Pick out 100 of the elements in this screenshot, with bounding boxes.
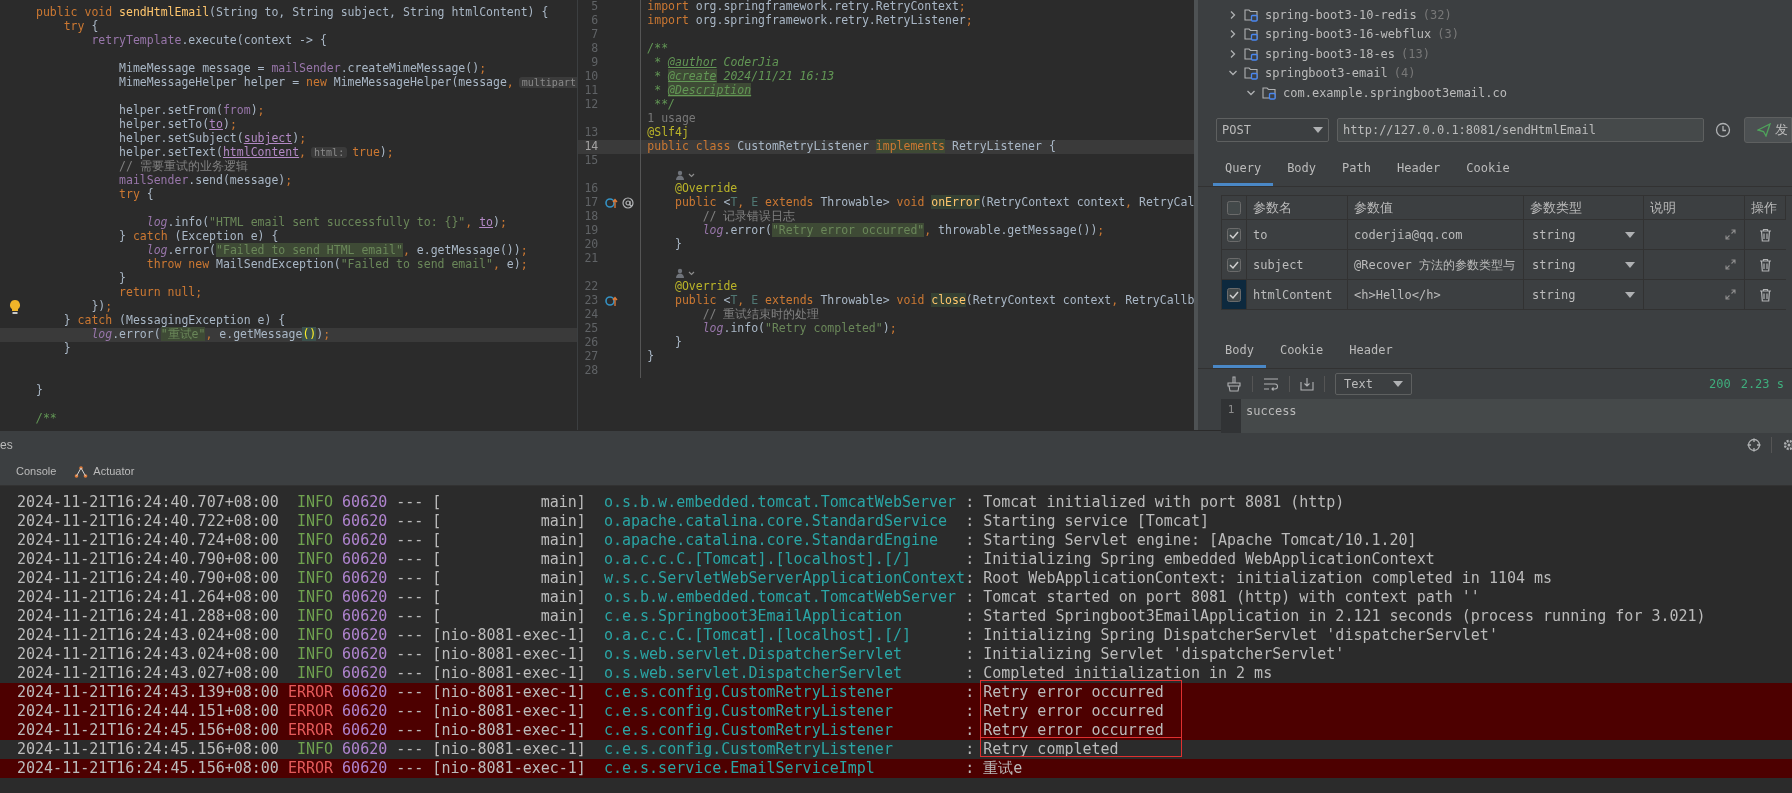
type-dropdown[interactable]: string: [1532, 225, 1576, 244]
code-line: }: [673, 334, 682, 352]
log-line: 2024-11-21T16:24:43.024+08:00 INFO 60620 --- [nio-8081-exec-1] o.a.c.c.C.[Tomcat].[localhost].[/] : Initializing Spring DispatcherServlet 'dispatcherServlet': [16, 626, 1499, 645]
code-line: MimeMessage message = mailSender.createMimeMessage();: [118, 60, 487, 76]
param-name-cell[interactable]: subject: [1247, 250, 1348, 280]
code-line: import org.springframework.retry.RetryContext;: [647, 0, 966, 14]
tree-item[interactable]: spring-boot3-10-redis: [1265, 5, 1417, 24]
param-name-cell[interactable]: to: [1247, 220, 1348, 250]
dropdown-arrow-icon[interactable]: [1625, 291, 1635, 298]
tree-item[interactable]: com.example.springboot3email.co: [1283, 83, 1507, 102]
paper-plane-icon: [1757, 123, 1771, 137]
code-line: public <T, E extends Throwable> void onError(RetryContext context, RetryCal: [673, 194, 1195, 210]
line-number: 22: [584, 279, 599, 294]
code-line: * @Description: [653, 82, 752, 99]
implements-icon[interactable]: [605, 295, 619, 307]
expand-icon[interactable]: [1725, 229, 1736, 240]
send-button[interactable]: 发: [1744, 117, 1792, 143]
tree-item[interactable]: spring-boot3-16-webflux: [1265, 25, 1432, 44]
log-line: 2024-11-21T16:24:45.156+08:00 INFO 60620 --- [nio-8081-exec-1] c.e.s.config.CustomRetryListener : Retry completed: [0, 740, 1792, 759]
wrap-icon[interactable]: [1263, 377, 1279, 391]
column-header[interactable]: 参数类型: [1524, 196, 1644, 220]
tab[interactable]: Cookie: [1267, 341, 1336, 368]
tab[interactable]: Path: [1330, 159, 1383, 186]
at-sign-icon[interactable]: [622, 197, 635, 209]
dropdown-arrow-icon[interactable]: [1625, 231, 1635, 238]
item-count: (13): [1401, 45, 1430, 63]
code-line: log.error("重试e", e.getMessage());: [90, 327, 331, 344]
code-line: try {: [118, 186, 154, 204]
code-line: @Override: [673, 180, 738, 196]
column-header[interactable]: 参数名: [1247, 196, 1348, 220]
type-dropdown[interactable]: string: [1532, 255, 1576, 274]
code-line: helper.setFrom(from);: [118, 102, 265, 118]
url-field[interactable]: http://127.0.0.1:8081/sendHtmlEmail: [1337, 118, 1704, 142]
line-number: 12: [584, 97, 599, 112]
column-header[interactable]: 操作: [1745, 196, 1786, 220]
code-line: } catch (MessagingException e) {: [62, 312, 286, 328]
line-number: 15: [584, 153, 599, 168]
tab[interactable]: Header: [1384, 159, 1453, 186]
implements-icon[interactable]: [605, 197, 619, 209]
line-number: 9: [591, 55, 599, 70]
line-number: 10: [584, 69, 599, 84]
type-dropdown[interactable]: string: [1532, 285, 1576, 304]
code-line: /**: [36, 410, 57, 428]
history-icon[interactable]: [1715, 122, 1731, 138]
column-header[interactable]: 参数值: [1348, 196, 1524, 220]
tab[interactable]: Body: [1213, 341, 1266, 368]
column-header[interactable]: 说明: [1644, 196, 1745, 220]
line-number: 25: [584, 321, 599, 336]
code-line: }: [647, 348, 655, 366]
tree-item[interactable]: spring-boot3-18-es: [1265, 44, 1396, 63]
broom-icon[interactable]: [1226, 376, 1242, 392]
param-name-cell[interactable]: htmlContent: [1247, 280, 1348, 310]
line-number: 16: [584, 181, 599, 196]
tab[interactable]: Actuator: [93, 463, 135, 480]
response-time: 2.23 s: [1740, 376, 1784, 393]
line-number: 7: [591, 27, 599, 42]
expand-chevron-icon[interactable]: [1228, 9, 1238, 20]
code-line: helper.setSubject(subject);: [118, 131, 307, 146]
code-line: MimeMessageHelper helper = new MimeMessageHelper(message, multipart: [118, 75, 578, 92]
format-dropdown[interactable]: Text: [1335, 373, 1412, 395]
code-line: // 记录错误日志: [701, 209, 796, 224]
param-value-cell[interactable]: @Recover 方法的参数类型与: [1348, 250, 1524, 280]
code-line: });: [90, 298, 113, 314]
tab[interactable]: Cookie: [1454, 159, 1522, 186]
log-line: 2024-11-21T16:24:43.024+08:00 INFO 60620 --- [nio-8081-exec-1] o.s.web.servlet.DispatcherServlet : Initializing Servlet 'dispatcherServlet': [16, 645, 1346, 664]
line-number: 1: [1227, 402, 1235, 418]
download-icon[interactable]: [1300, 377, 1314, 391]
code-line: @Slf4j: [647, 125, 689, 140]
line-number: 21: [584, 251, 599, 266]
line-number: 28: [584, 363, 599, 378]
settings-icon[interactable]: [1782, 437, 1792, 452]
code-line: log.error("Retry error occurred", throwable.getMessage());: [701, 222, 1105, 240]
expand-icon[interactable]: [1725, 259, 1736, 270]
delete-icon[interactable]: [1759, 257, 1772, 272]
expand-chevron-icon[interactable]: [1228, 29, 1238, 40]
dropdown-arrow-icon[interactable]: [1625, 261, 1635, 268]
actuator-icon[interactable]: [74, 464, 89, 479]
checkbox[interactable]: [1227, 257, 1241, 272]
expand-chevron-icon[interactable]: [1228, 48, 1238, 59]
item-count: (32): [1422, 6, 1452, 24]
lightbulb-icon[interactable]: [9, 299, 21, 315]
expand-icon[interactable]: [1725, 289, 1736, 300]
tab[interactable]: Query: [1213, 159, 1274, 186]
method-dropdown[interactable]: POST: [1216, 118, 1329, 142]
checkbox[interactable]: [1227, 227, 1241, 242]
delete-icon[interactable]: [1759, 227, 1772, 242]
param-value-cell[interactable]: <h>Hello</h>: [1348, 280, 1524, 310]
checkbox[interactable]: [1227, 200, 1241, 215]
tab[interactable]: Header: [1337, 341, 1405, 368]
tab[interactable]: Body: [1275, 159, 1329, 186]
tab[interactable]: Console: [16, 463, 57, 480]
module-folder-icon: [1262, 85, 1277, 100]
target-icon[interactable]: [1747, 437, 1761, 452]
param-value-cell[interactable]: coderjia@qq.com: [1348, 220, 1524, 250]
code-line: try {: [62, 19, 99, 34]
delete-icon[interactable]: [1759, 287, 1772, 302]
tree-item[interactable]: springboot3-email: [1265, 64, 1388, 83]
checkbox[interactable]: [1227, 287, 1241, 302]
code-line: /**: [647, 40, 669, 56]
code-line: }: [36, 382, 43, 400]
